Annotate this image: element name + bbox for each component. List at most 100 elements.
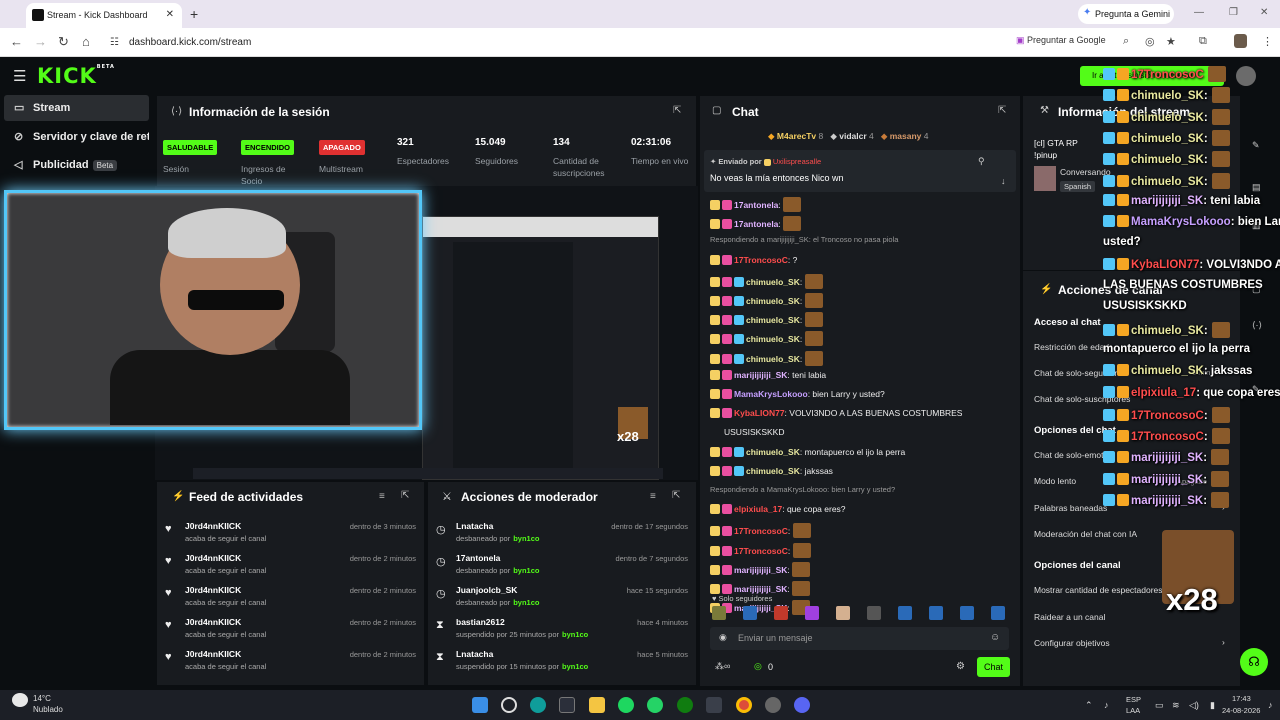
- lang-2[interactable]: LAA: [1126, 706, 1140, 715]
- chat-message[interactable]: Respondiendo a MamaKrysLokooo: bien Larr…: [710, 485, 895, 494]
- mod-by[interactable]: byn1co: [562, 630, 588, 639]
- chat-message[interactable]: chimuelo_SK:: [710, 293, 823, 308]
- chat-username[interactable]: MamaKrysLokooo: [734, 389, 808, 399]
- popout-icon[interactable]: ⇱: [673, 105, 681, 116]
- mod-name[interactable]: Lnatacha: [456, 649, 493, 659]
- browser-tab[interactable]: Stream - Kick Dashboard ✕: [26, 3, 182, 28]
- clock-time[interactable]: 17:43: [1232, 694, 1251, 703]
- chat-message[interactable]: chimuelo_SK:: [710, 273, 823, 289]
- maximize-icon[interactable]: ❐: [1229, 7, 1238, 18]
- mod-name[interactable]: Lnatacha: [456, 521, 493, 531]
- mod-by[interactable]: byn1co: [513, 566, 539, 575]
- chat-message[interactable]: 17TroncosoC: ?: [710, 254, 797, 265]
- feed-filter-icon[interactable]: ≡: [379, 491, 385, 502]
- chat-username[interactable]: 17TroncosoC: [734, 526, 788, 536]
- xbox-icon[interactable]: [677, 697, 693, 713]
- search-icon[interactable]: [501, 697, 517, 713]
- new-tab-icon[interactable]: +: [190, 6, 198, 22]
- mod-item[interactable]: ⧗ Lnatacha suspendido por 15 minutos por by…: [434, 649, 690, 677]
- chat-username[interactable]: marijijijiji_SK: [734, 565, 787, 575]
- raid-row[interactable]: Raidear a un canal: [1034, 612, 1105, 622]
- chat-username[interactable]: 17TroncosoC: [734, 255, 788, 265]
- profile-avatar[interactable]: [1234, 34, 1247, 48]
- emote-icon[interactable]: [929, 606, 943, 620]
- chrome-icon[interactable]: [736, 697, 752, 713]
- reload-icon[interactable]: ↻: [58, 34, 69, 50]
- home-icon[interactable]: ⌂: [82, 34, 90, 49]
- tray-chevron-icon[interactable]: ⌃: [1085, 700, 1093, 711]
- chat-username[interactable]: marijijijiji_SK: [734, 584, 787, 594]
- feed-popout-icon[interactable]: ⇱: [401, 490, 409, 501]
- spotify-icon[interactable]: [618, 697, 634, 713]
- chat-message[interactable]: chimuelo_SK:: [710, 350, 823, 366]
- windows-start-icon[interactable]: [472, 697, 488, 713]
- sidebar-item-server[interactable]: ⊘ Servidor y clave de retransmisión: [4, 124, 149, 150]
- chat-username[interactable]: chimuelo_SK: [746, 447, 800, 457]
- chat-username[interactable]: chimuelo_SK: [746, 315, 800, 325]
- eye-off-icon[interactable]: ◎: [1145, 35, 1155, 48]
- hamburger-menu-icon[interactable]: ☰: [13, 67, 26, 85]
- chat-username[interactable]: elpixiula_17: [734, 504, 782, 514]
- chat-message[interactable]: 17antonela:: [710, 216, 802, 232]
- chat-message[interactable]: 17TroncosoC:: [710, 523, 811, 539]
- emote-icon[interactable]: [960, 606, 974, 620]
- sidebar-item-ads[interactable]: ◁ Publicidad Beta: [4, 152, 149, 178]
- lang-1[interactable]: ESP: [1126, 695, 1141, 704]
- edge-icon[interactable]: [530, 697, 546, 713]
- mod-filter-icon[interactable]: ≡: [650, 491, 656, 502]
- feed-item[interactable]: ♥ J0rd4nnKIICK acaba de seguir el canal den…: [163, 585, 418, 613]
- battery-icon[interactable]: ▮: [1210, 700, 1215, 711]
- feed-item[interactable]: ♥ J0rd4nnKIICK acaba de seguir el canal den…: [163, 553, 418, 581]
- feed-item[interactable]: ♥ J0rd4nnKIICK acaba de seguir el canal den…: [163, 649, 418, 677]
- back-icon[interactable]: ←: [10, 34, 23, 49]
- feed-name[interactable]: J0rd4nnKIICK: [185, 617, 241, 627]
- chat-message[interactable]: KybaLION77: VOLVI3NDO A LAS BUENAS COSTU…: [710, 408, 962, 419]
- feed-name[interactable]: J0rd4nnKIICK: [185, 585, 241, 595]
- emote-icon[interactable]: [898, 606, 912, 620]
- chat-username[interactable]: KybaLION77: [734, 408, 785, 418]
- forward-icon[interactable]: →: [34, 34, 47, 49]
- mod-item[interactable]: ◷ Lnatacha desbaneado por byn1co dentro de 1…: [434, 521, 690, 549]
- mod-by[interactable]: byn1co: [513, 534, 539, 543]
- mod-popout-icon[interactable]: ⇱: [672, 490, 680, 501]
- chat-username[interactable]: chimuelo_SK: [746, 466, 800, 476]
- gemini-button[interactable]: ✦ Pregunta a Gemini: [1078, 4, 1174, 24]
- mod-name[interactable]: 17antonela: [456, 553, 500, 563]
- whatsapp-icon[interactable]: [647, 697, 663, 713]
- emote-icon[interactable]: [991, 606, 1005, 620]
- mod-name[interactable]: Juanjoolcb_SK: [456, 585, 517, 595]
- user-avatar[interactable]: [1236, 66, 1256, 86]
- feed-name[interactable]: J0rd4nnKIICK: [185, 521, 241, 531]
- chat-username[interactable]: chimuelo_SK: [746, 354, 800, 364]
- mod-by[interactable]: byn1co: [513, 598, 539, 607]
- layout-icon[interactable]: ▤: [1252, 182, 1261, 193]
- slow-mode-row[interactable]: Modo lento: [1034, 476, 1076, 486]
- chat-settings-icon[interactable]: ⚙: [956, 661, 965, 672]
- obs-icon[interactable]: [765, 697, 781, 713]
- emote-icon[interactable]: [867, 606, 881, 620]
- file-explorer-icon[interactable]: [589, 697, 605, 713]
- bookmark-star-icon[interactable]: ★: [1166, 35, 1176, 48]
- chat-message[interactable]: marijijijiji_SK: teni labia: [710, 369, 826, 380]
- emote-icon[interactable]: [805, 606, 819, 620]
- volume-icon[interactable]: ◁): [1189, 700, 1199, 711]
- age-restriction-row[interactable]: Restricción de edad: [1034, 342, 1109, 352]
- expand-pinned-icon[interactable]: ↓: [1001, 176, 1006, 186]
- ask-google-button[interactable]: ▣ Preguntar a Google: [1016, 35, 1106, 46]
- notification-bell-icon[interactable]: ♪: [1268, 700, 1273, 710]
- browser-menu-icon[interactable]: ⋮: [1262, 35, 1273, 48]
- chat-message[interactable]: chimuelo_SK: montapuerco el ijo la perra: [710, 446, 905, 457]
- emote-icon[interactable]: [836, 606, 850, 620]
- edit-icon[interactable]: ✎: [1252, 140, 1260, 151]
- pin-icon[interactable]: ⚲: [978, 156, 985, 167]
- chat-message[interactable]: marijijijiji_SK:: [710, 561, 811, 577]
- chat-message[interactable]: Respondiendo a marijijijiji_SK: el Tronc…: [710, 235, 898, 244]
- chat-username[interactable]: 17antonela: [734, 219, 778, 229]
- goals-row[interactable]: Configurar objetivos: [1034, 638, 1110, 648]
- feed-item[interactable]: ♥ J0rd4nnKIICK acaba de seguir el canal den…: [163, 617, 418, 645]
- chat-username[interactable]: chimuelo_SK: [746, 334, 800, 344]
- feed-name[interactable]: J0rd4nnKIICK: [185, 553, 241, 563]
- site-info-icon[interactable]: ☷: [110, 37, 119, 48]
- chat-send-button[interactable]: Chat: [977, 657, 1010, 677]
- emoji-icon[interactable]: ☺: [990, 632, 1000, 643]
